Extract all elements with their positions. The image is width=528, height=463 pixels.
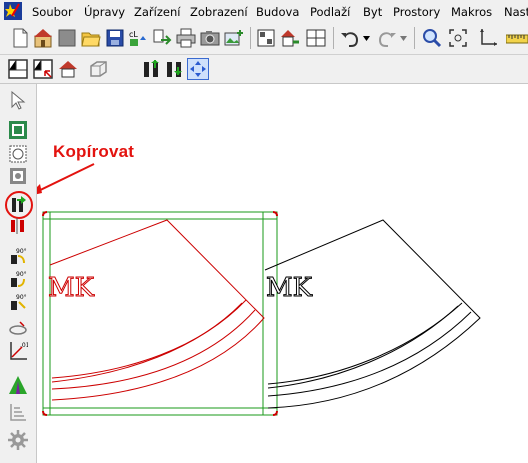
new-document-icon[interactable] [10,28,30,48]
callout-arrow-head [37,184,42,195]
drawing-canvas[interactable]: MK MK [37,84,528,463]
view-toolbar [0,55,528,84]
mk-text-original[interactable]: MK [266,273,314,304]
add-picture-icon[interactable] [224,28,244,48]
main-toolbar: cL [0,23,528,55]
menu-soubor[interactable]: Soubor [32,5,73,19]
left-toolbar: 90° 90° 90° .01 [0,84,37,463]
scale-axis-icon[interactable]: .01 [8,341,28,361]
svg-text:cL: cL [129,30,138,39]
svg-text:90°: 90° [16,294,27,301]
callout-arrow [37,163,95,193]
svg-text:90°: 90° [16,271,27,278]
swap-figures-icon[interactable] [165,59,185,79]
gray-square-icon[interactable] [57,28,77,48]
redo-icon[interactable] [377,28,397,48]
print-icon[interactable] [176,28,196,48]
roof-view-icon[interactable] [58,59,78,79]
axes-icon[interactable] [478,28,498,48]
ellipse-tool-icon[interactable] [8,318,28,338]
menu-prostory[interactable]: Prostory [393,5,440,19]
select-all-icon[interactable] [8,144,28,164]
menu-bar: Soubor Úpravy Zařízení Zobrazení Budova … [0,0,528,24]
chevron-down-icon[interactable] [363,36,370,41]
toolbar-separator [250,27,251,49]
select-frame-icon[interactable] [8,166,28,186]
stairs-icon[interactable] [8,402,28,422]
menu-zarizeni[interactable]: Zařízení [134,5,180,19]
original-element[interactable] [264,219,481,409]
convert-icon[interactable]: cL [128,28,148,48]
svg-text:.01: .01 [20,342,28,349]
selected-element[interactable] [42,211,278,416]
house-open-icon[interactable] [33,28,53,48]
toolbar-separator [414,27,415,49]
zoom-fit-icon[interactable] [448,28,468,48]
camera-icon[interactable] [200,28,220,48]
undo-icon[interactable] [340,28,360,48]
house-arrow-icon[interactable] [280,28,300,48]
drawing-svg: MK MK [37,163,481,416]
copy-callout-label: Kopírovat [53,142,135,161]
menu-makros[interactable]: Makros [451,5,492,19]
open-folder-icon[interactable] [81,28,101,48]
mirror-icon[interactable] [8,218,28,234]
export-icon[interactable] [152,28,172,48]
save-icon[interactable] [105,28,125,48]
menu-budova[interactable]: Budova [256,5,299,19]
rotate-90-icon[interactable]: 90° [8,246,28,266]
floor-plan-select-icon[interactable] [33,59,53,79]
menu-podlazi[interactable]: Podlaží [310,5,350,19]
copy-icon[interactable] [4,190,34,220]
ruler-icon[interactable] [506,28,528,48]
svg-text:90°: 90° [16,248,27,255]
menu-upravy[interactable]: Úpravy [84,5,125,19]
select-arrow-icon[interactable] [8,90,28,110]
menu-nastaveni[interactable]: Nast [504,5,528,19]
window-grid-icon[interactable] [306,28,326,48]
menu-zobrazeni[interactable]: Zobrazení [190,5,248,19]
menu-byt[interactable]: Byt [363,5,382,19]
rotate-90-alt-icon[interactable]: 90° [8,292,28,312]
zoom-icon[interactable] [422,28,442,48]
pointer-frame-icon[interactable] [187,58,209,80]
mk-text-selected[interactable]: MK [48,273,96,304]
floor-plan-icon[interactable] [8,59,28,79]
gear-icon[interactable] [8,430,28,450]
3d-box-icon[interactable] [88,59,108,79]
rotate-90-ccw-icon[interactable]: 90° [8,269,28,289]
building-view-icon[interactable] [256,28,276,48]
toolbar-separator [333,27,334,49]
move-figures-icon[interactable] [142,59,162,79]
select-region-icon[interactable] [8,120,28,140]
pencil-star-app-icon[interactable] [4,2,22,20]
chevron-down-icon[interactable] [400,36,407,41]
triangle-tool-icon[interactable] [8,375,28,395]
